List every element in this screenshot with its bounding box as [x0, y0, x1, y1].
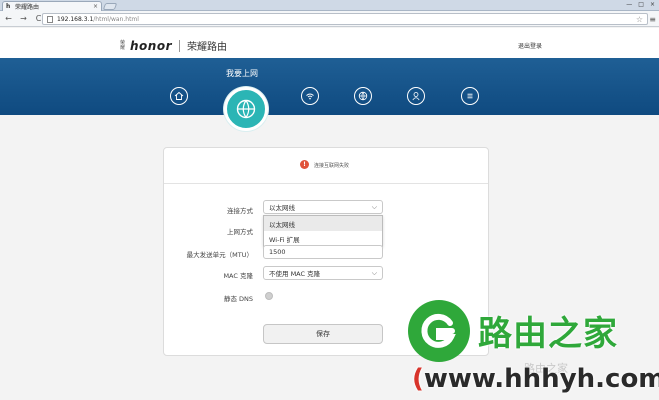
site-watermark: 路由之家 路由之家 (www.hhhyh.com)	[406, 300, 659, 400]
url-path: /html/wan.html	[93, 15, 139, 23]
warning-icon: !	[300, 160, 309, 169]
honor-logo: 荣耀 honor 荣耀路由	[120, 38, 227, 54]
wifi-icon[interactable]	[301, 87, 319, 105]
watermark-paren-open: (	[412, 364, 424, 394]
browser-tab[interactable]: h 荣耀路由 ×	[2, 1, 102, 11]
user-icon[interactable]	[407, 87, 425, 105]
bookmark-star-icon[interactable]: ☆	[636, 15, 643, 24]
window-close-icon[interactable]: ×	[650, 1, 655, 8]
back-icon[interactable]: ←	[4, 14, 13, 23]
window-controls: — □ ×	[626, 1, 655, 8]
internet-globe-icon[interactable]	[224, 87, 268, 131]
browser-menu-icon[interactable]: ≡	[649, 15, 656, 24]
static-dns-toggle[interactable]	[265, 292, 273, 300]
favicon-icon: h	[6, 2, 11, 10]
nav-active-title: 我要上网	[226, 69, 258, 78]
maximize-icon[interactable]: □	[638, 1, 644, 8]
dropdown-option-wifi-extend[interactable]: Wi-Fi 扩展	[264, 231, 382, 246]
minimize-icon[interactable]: —	[626, 1, 632, 8]
connection-mode-value: 以太网线	[269, 204, 295, 212]
chevron-down-icon: ⌵	[371, 268, 377, 277]
forward-icon[interactable]: →	[19, 14, 28, 23]
mtu-value: 1500	[269, 248, 286, 256]
connection-mode-label: 连接方式	[227, 207, 253, 215]
product-name: 荣耀路由	[187, 42, 227, 53]
watermark-url: (www.hhhyh.com)	[412, 364, 659, 394]
browser-tab-bar: h 荣耀路由 × — □ ×	[0, 0, 659, 11]
mac-clone-value: 不使用 MAC 克隆	[269, 270, 321, 278]
mac-clone-select[interactable]: 不使用 MAC 克隆 ⌵	[263, 266, 383, 280]
status-bar: ! 连接互联网失败	[164, 148, 488, 184]
nav-band: 我要上网	[0, 58, 659, 115]
tab-close-icon[interactable]: ×	[93, 3, 98, 10]
tab-title: 荣耀路由	[15, 4, 40, 11]
home-icon[interactable]	[170, 87, 188, 105]
logo-mark: 荣耀	[120, 39, 126, 51]
logout-link[interactable]: 退出登录	[518, 41, 542, 50]
connection-status-text: 连接互联网失败	[314, 163, 350, 169]
watermark-logo-icon	[408, 300, 470, 362]
url-host: 192.168.3.1	[57, 15, 94, 23]
logo-text: honor	[130, 38, 172, 53]
watermark-url-text: www.hhhyh.com	[423, 364, 659, 394]
connection-mode-dropdown[interactable]: 以太网线 Wi-Fi 扩展	[263, 215, 383, 247]
new-tab-button[interactable]	[102, 3, 118, 10]
network-globe-icon[interactable]	[354, 87, 372, 105]
page-icon	[47, 15, 53, 23]
address-bar[interactable]: 192.168.3.1 /html/wan.html ☆	[42, 13, 648, 25]
watermark-name: 路由之家	[478, 314, 618, 354]
dropdown-option-ethernet[interactable]: 以太网线	[264, 216, 382, 231]
chevron-down-icon: ⌵	[371, 202, 377, 211]
logo-divider	[179, 39, 180, 52]
browser-toolbar: ← → C 192.168.3.1 /html/wan.html ☆ ≡	[0, 11, 659, 27]
save-button[interactable]: 保存	[263, 324, 383, 344]
connection-mode-select[interactable]: 以太网线 ⌵	[263, 200, 383, 214]
static-dns-label: 静态 DNS	[223, 295, 253, 303]
mac-clone-label: MAC 克隆	[223, 272, 253, 280]
mtu-input[interactable]: 1500	[263, 245, 383, 259]
router-header: 荣耀 honor 荣耀路由 退出登录	[0, 28, 659, 58]
internet-mode-label: 上网方式	[227, 228, 253, 236]
mtu-label: 最大发送单元（MTU）	[186, 251, 253, 259]
more-menu-icon[interactable]	[461, 87, 479, 105]
